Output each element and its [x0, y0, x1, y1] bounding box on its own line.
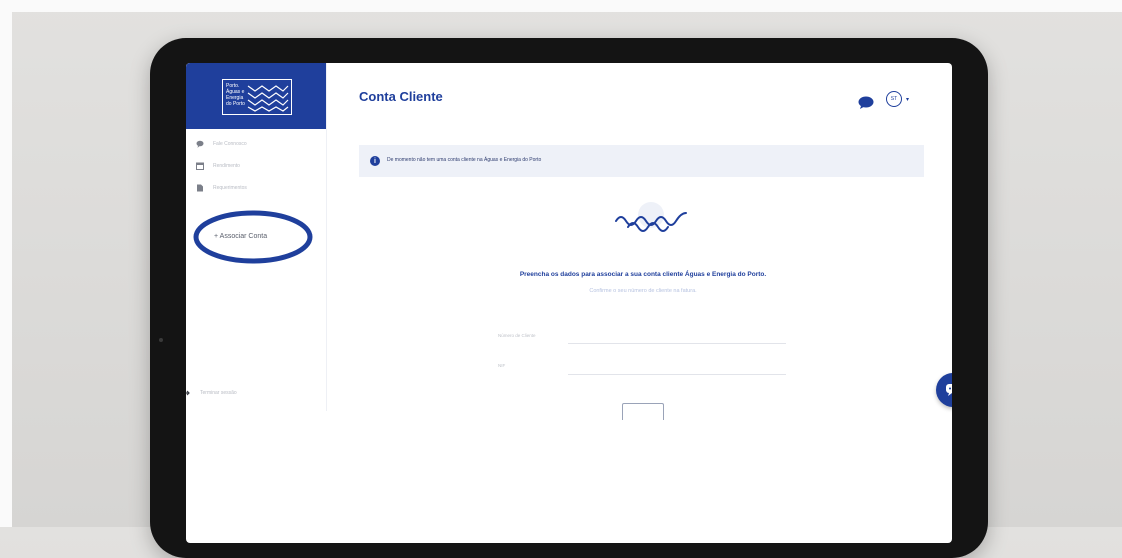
nif-input[interactable]: [568, 360, 786, 375]
logout-button[interactable]: Terminar sessão: [186, 388, 237, 398]
logout-label: Terminar sessão: [200, 390, 237, 396]
document-icon: [197, 184, 203, 192]
tablet-device: Porto. Águas e Energia do Porto Fale Con…: [150, 38, 988, 558]
association-prompt: Preencha os dados para associar a sua co…: [519, 271, 767, 278]
calendar-icon: [196, 162, 204, 170]
chat-bubble-icon: [196, 140, 204, 148]
brand-header[interactable]: Porto. Águas e Energia do Porto: [186, 63, 326, 129]
sidebar-item-label: Requerimentos: [213, 185, 247, 191]
sidebar-item-label: Rendimento: [213, 163, 240, 169]
logo-text: Porto. Águas e Energia do Porto: [226, 83, 245, 107]
sidebar: Porto. Águas e Energia do Porto Fale Con…: [186, 63, 327, 411]
client-number-input[interactable]: [568, 329, 786, 344]
association-hint: Confirme o seu número de cliente na fatu…: [589, 288, 697, 294]
messages-icon[interactable]: [858, 96, 874, 109]
chat-support-button[interactable]: [936, 373, 952, 407]
associar-conta-link[interactable]: + Associar Conta: [214, 233, 267, 240]
chat-icon: [946, 384, 952, 396]
page-title: Conta Cliente: [359, 89, 443, 104]
photo-border-left: [0, 0, 12, 527]
nif-label: NIF: [498, 363, 506, 368]
photo-border-top: [0, 0, 1122, 12]
sidebar-item-rendimento[interactable]: Rendimento: [196, 159, 240, 173]
info-icon: i: [370, 156, 380, 166]
logout-icon: [186, 390, 190, 396]
tablet-screen: Porto. Águas e Energia do Porto Fale Con…: [186, 63, 952, 543]
waves-illustration-icon: [615, 202, 687, 232]
user-avatar[interactable]: ST: [886, 91, 902, 107]
sidebar-item-requerimentos[interactable]: Requerimentos: [196, 181, 247, 195]
submit-button[interactable]: [622, 403, 664, 420]
company-logo: Porto. Águas e Energia do Porto: [222, 79, 292, 115]
camera-dot: [159, 338, 163, 342]
client-number-label: Número de Cliente: [498, 333, 536, 338]
sidebar-item-label: Fale Connosco: [213, 141, 247, 147]
info-banner: i De momento não tem uma conta cliente n…: [359, 145, 924, 177]
sidebar-item-fale-connosco[interactable]: Fale Connosco: [196, 137, 247, 151]
logo-waves-icon: [247, 85, 289, 112]
info-message: De momento não tem uma conta cliente na …: [387, 157, 542, 163]
chevron-down-icon[interactable]: ▾: [906, 96, 909, 103]
